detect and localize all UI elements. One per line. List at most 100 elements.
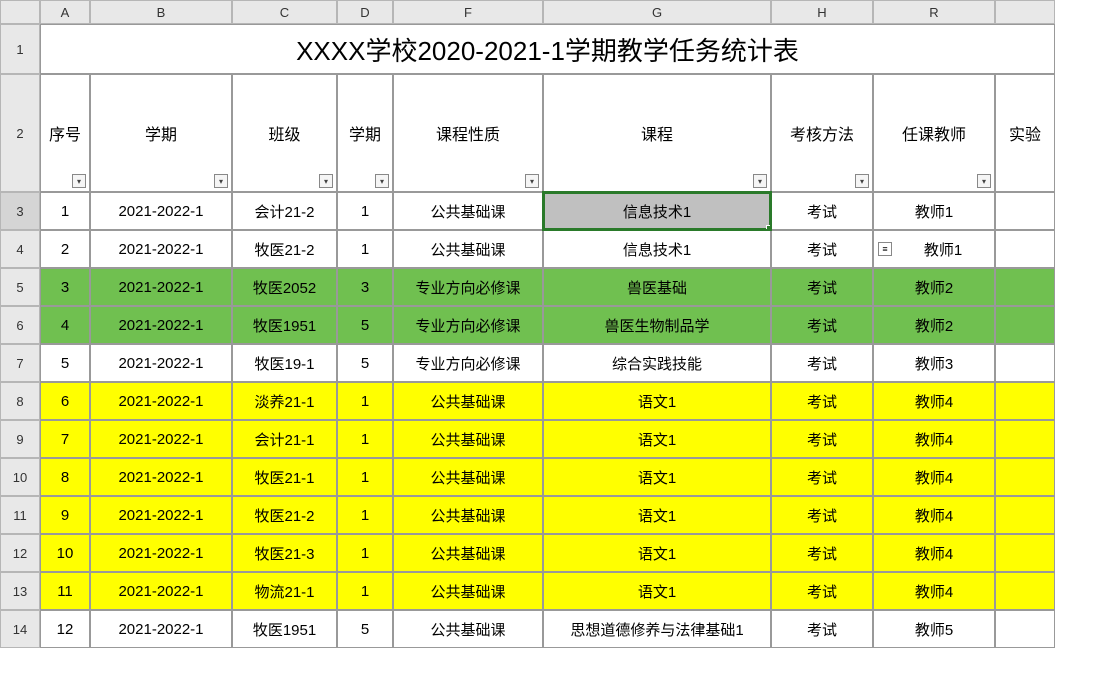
table-cell[interactable]: 公共基础课	[393, 572, 543, 610]
table-cell[interactable]: 5	[337, 306, 393, 344]
filter-dropdown-icon[interactable]: ▾	[753, 174, 767, 188]
table-cell[interactable]: 语文1	[543, 496, 771, 534]
table-cell[interactable]: 语文1	[543, 534, 771, 572]
row-header[interactable]: 14	[0, 610, 40, 648]
table-cell[interactable]: 7	[40, 420, 90, 458]
table-cell[interactable]: 考试	[771, 268, 873, 306]
table-header-cell[interactable]: 课程▾	[543, 74, 771, 192]
table-cell[interactable]: 2021-2022-1	[90, 420, 232, 458]
column-header[interactable]: D	[337, 0, 393, 24]
table-cell[interactable]: 12	[40, 610, 90, 648]
table-cell[interactable]: 1	[337, 534, 393, 572]
filter-dropdown-icon[interactable]: ▾	[214, 174, 228, 188]
title-cell[interactable]: XXXX学校2020-2021-1学期教学任务统计表	[40, 24, 1055, 74]
table-cell[interactable]: 4	[40, 306, 90, 344]
table-cell[interactable]: 综合实践技能	[543, 344, 771, 382]
row-header[interactable]: 5	[0, 268, 40, 306]
column-header[interactable]: H	[771, 0, 873, 24]
table-cell[interactable]: 3	[40, 268, 90, 306]
table-cell[interactable]: 教师4	[873, 420, 995, 458]
table-cell[interactable]: 信息技术1	[543, 192, 771, 230]
table-cell[interactable]: 语文1	[543, 420, 771, 458]
table-cell[interactable]: 物流21-1	[232, 572, 337, 610]
table-cell[interactable]: 淡养21-1	[232, 382, 337, 420]
table-cell[interactable]: 2021-2022-1	[90, 534, 232, 572]
table-header-cell[interactable]: 任课教师▾	[873, 74, 995, 192]
table-cell[interactable]: 专业方向必修课	[393, 344, 543, 382]
table-cell[interactable]: 2021-2022-1	[90, 230, 232, 268]
table-cell[interactable]: 牧医19-1	[232, 344, 337, 382]
table-cell[interactable]: 1	[337, 382, 393, 420]
row-header[interactable]: 10	[0, 458, 40, 496]
row-header[interactable]: 6	[0, 306, 40, 344]
table-cell[interactable]	[995, 230, 1055, 268]
note-indicator-icon[interactable]: ≡	[878, 242, 892, 256]
table-cell[interactable]: 公共基础课	[393, 192, 543, 230]
table-cell[interactable]: 2021-2022-1	[90, 610, 232, 648]
table-cell[interactable]: 1	[337, 496, 393, 534]
table-cell[interactable]: 教师4	[873, 496, 995, 534]
table-cell[interactable]: 2	[40, 230, 90, 268]
table-cell[interactable]: 牧医1951	[232, 306, 337, 344]
table-cell[interactable]: 11	[40, 572, 90, 610]
table-cell[interactable]: 考试	[771, 572, 873, 610]
column-header[interactable]: R	[873, 0, 995, 24]
table-cell[interactable]: 公共基础课	[393, 534, 543, 572]
table-header-cell[interactable]: 课程性质▾	[393, 74, 543, 192]
table-cell[interactable]: 10	[40, 534, 90, 572]
select-all-corner[interactable]	[0, 0, 40, 24]
table-cell[interactable]: 教师1	[873, 192, 995, 230]
table-cell[interactable]: 2021-2022-1	[90, 306, 232, 344]
table-cell[interactable]: 考试	[771, 382, 873, 420]
table-cell[interactable]: 会计21-1	[232, 420, 337, 458]
row-header[interactable]: 9	[0, 420, 40, 458]
table-header-cell[interactable]: 班级▾	[232, 74, 337, 192]
table-cell[interactable]: 考试	[771, 496, 873, 534]
table-cell[interactable]: 考试	[771, 344, 873, 382]
table-cell[interactable]: 牧医21-3	[232, 534, 337, 572]
table-cell[interactable]: 考试	[771, 458, 873, 496]
table-cell[interactable]: 考试	[771, 306, 873, 344]
table-cell[interactable]: 5	[40, 344, 90, 382]
table-cell[interactable]: 9	[40, 496, 90, 534]
table-cell[interactable]: 考试	[771, 534, 873, 572]
table-cell[interactable]: 2021-2022-1	[90, 192, 232, 230]
table-cell[interactable]: 考试	[771, 610, 873, 648]
table-cell[interactable]: 1	[337, 420, 393, 458]
table-cell[interactable]: 教师4	[873, 458, 995, 496]
filter-dropdown-icon[interactable]: ▾	[319, 174, 333, 188]
table-cell[interactable]: 3	[337, 268, 393, 306]
row-header[interactable]: 13	[0, 572, 40, 610]
table-cell[interactable]: 专业方向必修课	[393, 268, 543, 306]
table-cell[interactable]: 1	[40, 192, 90, 230]
table-cell[interactable]	[995, 420, 1055, 458]
table-cell[interactable]: 1	[337, 572, 393, 610]
table-cell[interactable]: 牧医21-2	[232, 496, 337, 534]
table-cell[interactable]: 2021-2022-1	[90, 382, 232, 420]
table-cell[interactable]: 教师2	[873, 306, 995, 344]
table-header-cell[interactable]: 实验	[995, 74, 1055, 192]
table-cell[interactable]: 牧医1951	[232, 610, 337, 648]
table-cell[interactable]: 思想道德修养与法律基础1	[543, 610, 771, 648]
table-cell[interactable]: 2021-2022-1	[90, 344, 232, 382]
table-cell[interactable]	[995, 382, 1055, 420]
filter-dropdown-icon[interactable]: ▾	[525, 174, 539, 188]
table-cell[interactable]: 语文1	[543, 382, 771, 420]
column-header[interactable]	[995, 0, 1055, 24]
table-cell[interactable]	[995, 496, 1055, 534]
table-cell[interactable]: 5	[337, 610, 393, 648]
table-cell[interactable]	[995, 268, 1055, 306]
table-cell[interactable]: 公共基础课	[393, 496, 543, 534]
fill-handle[interactable]	[766, 225, 771, 230]
table-cell[interactable]: 1	[337, 458, 393, 496]
table-header-cell[interactable]: 学期▾	[337, 74, 393, 192]
table-cell[interactable]: 语文1	[543, 458, 771, 496]
table-cell[interactable]: 公共基础课	[393, 610, 543, 648]
column-header[interactable]: F	[393, 0, 543, 24]
column-header[interactable]: C	[232, 0, 337, 24]
table-cell[interactable]: 5	[337, 344, 393, 382]
filter-dropdown-icon[interactable]: ▾	[977, 174, 991, 188]
table-cell[interactable]: 公共基础课	[393, 458, 543, 496]
table-cell[interactable]	[995, 306, 1055, 344]
table-cell[interactable]: 教师2	[873, 268, 995, 306]
